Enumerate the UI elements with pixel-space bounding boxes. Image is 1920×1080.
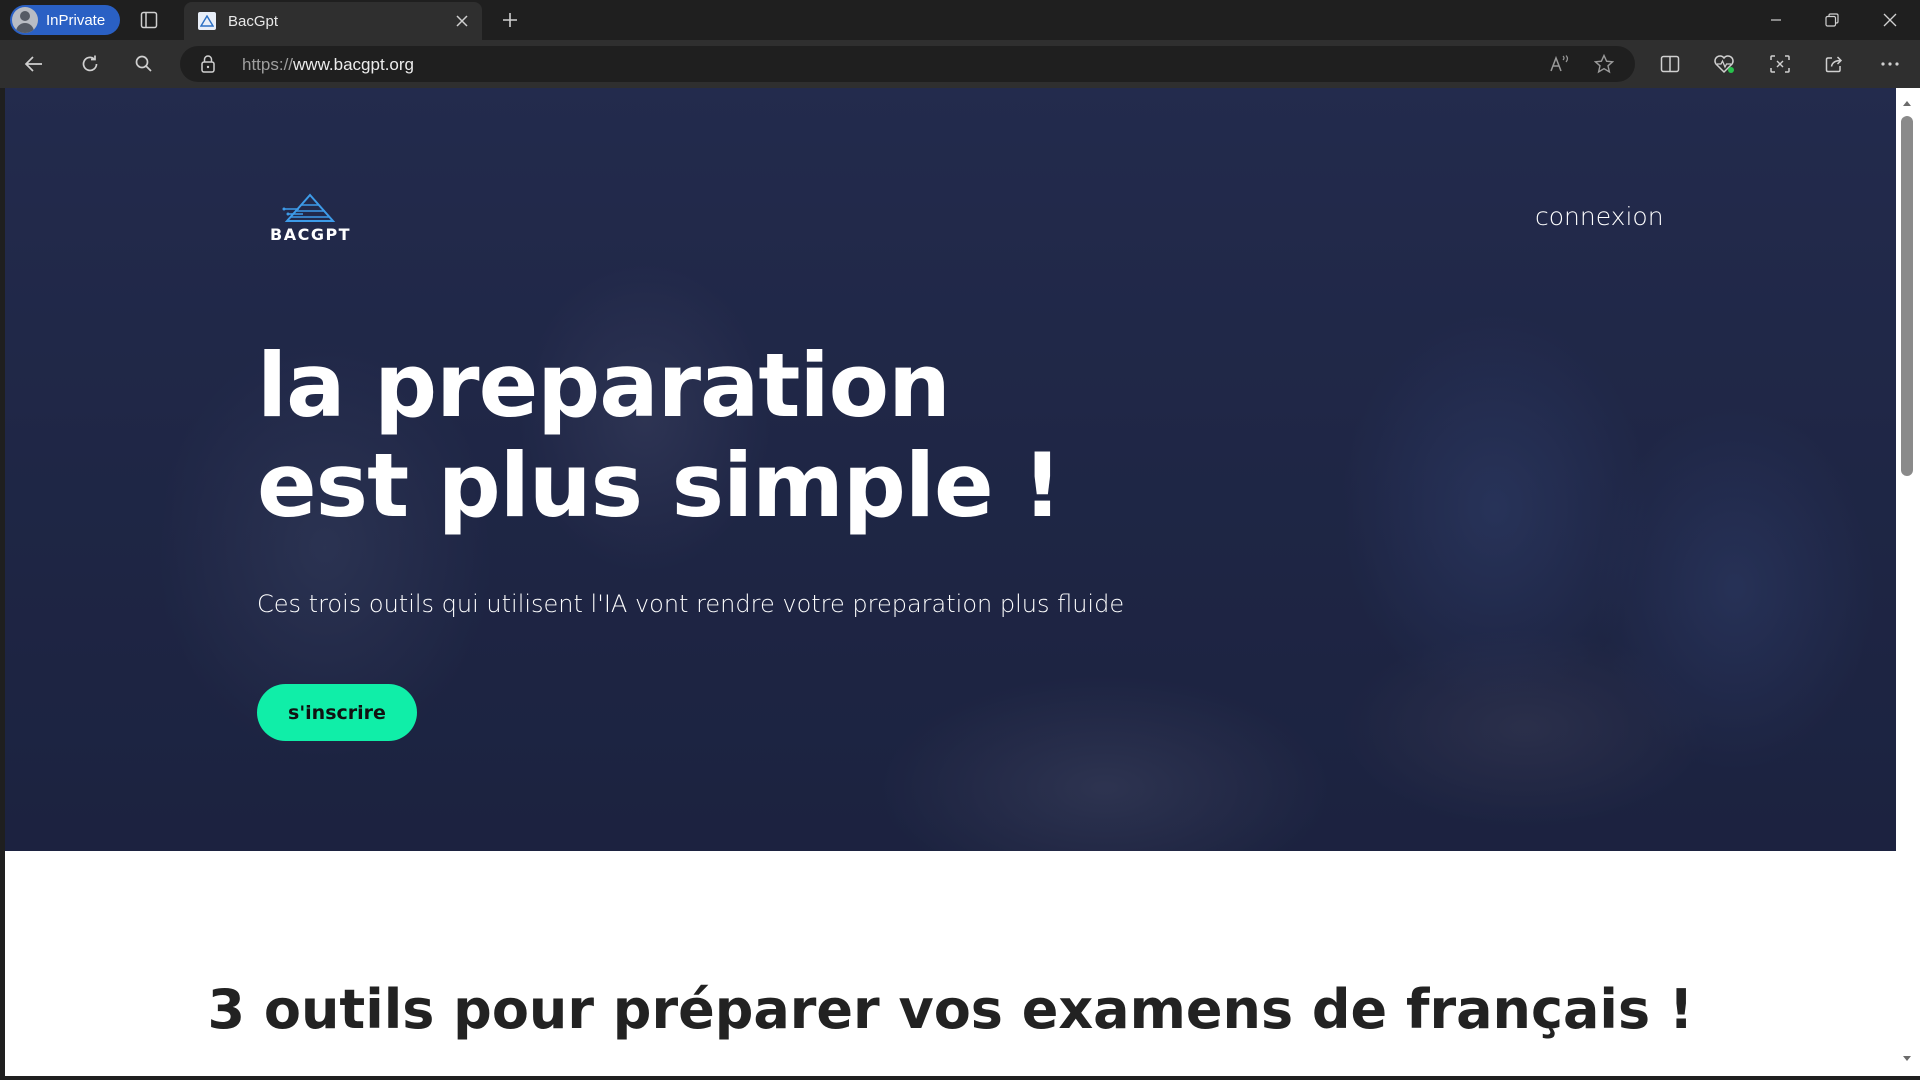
headline-line-1: la preparation xyxy=(257,334,951,437)
hero-subheadline: Ces trois outils qui utilisent l'IA vont… xyxy=(257,590,1125,618)
browser-essentials-icon xyxy=(1714,55,1734,74)
share-icon xyxy=(1825,56,1843,73)
new-tab-button[interactable] xyxy=(496,7,524,33)
address-url: https://www.bacgpt.org xyxy=(242,55,414,74)
page-scrollbar[interactable] xyxy=(1896,88,1920,1076)
logo-text: BACGPT xyxy=(270,225,352,244)
split-screen-button[interactable] xyxy=(1652,48,1688,80)
back-button[interactable] xyxy=(16,48,52,80)
tab-close-button[interactable] xyxy=(450,9,474,33)
browser-titlebar: InPrivate BacGpt xyxy=(0,0,1920,40)
more-button[interactable] xyxy=(1872,48,1908,80)
hero-headline: la preparation est plus simple ! xyxy=(257,334,1062,537)
window-close-button[interactable] xyxy=(1862,0,1918,40)
read-aloud-button[interactable] xyxy=(1544,50,1576,78)
close-icon xyxy=(456,15,468,27)
address-bar[interactable]: https://www.bacgpt.org xyxy=(180,46,1635,82)
refresh-button[interactable] xyxy=(72,48,108,80)
screenshot-button[interactable] xyxy=(1762,48,1798,80)
tab-title: BacGpt xyxy=(228,12,279,30)
signup-button[interactable]: s'inscrire xyxy=(257,684,417,741)
page-viewport: BACGPT connexion la preparation est plus… xyxy=(5,88,1896,1076)
window-close-icon xyxy=(1883,13,1897,27)
inprivate-profile-button[interactable]: InPrivate xyxy=(10,5,120,35)
scroll-down-arrow-icon[interactable] xyxy=(1902,1054,1912,1064)
hero-section: BACGPT connexion la preparation est plus… xyxy=(5,88,1896,851)
tools-section-title: 3 outils pour préparer vos examens de fr… xyxy=(207,978,1694,1041)
site-logo[interactable]: BACGPT xyxy=(270,193,350,245)
favorite-star-icon xyxy=(1594,54,1614,74)
restore-icon xyxy=(1825,13,1839,27)
scrollbar-thumb[interactable] xyxy=(1901,116,1913,476)
scroll-up-arrow-icon[interactable] xyxy=(1902,98,1912,108)
inprivate-avatar-icon xyxy=(12,7,38,33)
favorite-button[interactable] xyxy=(1588,50,1620,78)
plus-icon xyxy=(503,13,517,27)
tab-actions-icon xyxy=(140,11,158,29)
search-button[interactable] xyxy=(126,48,162,80)
read-aloud-icon xyxy=(1550,55,1569,72)
browser-toolbar: https://www.bacgpt.org xyxy=(0,40,1920,88)
split-screen-icon xyxy=(1660,55,1680,73)
screenshot-icon xyxy=(1770,55,1790,73)
logo-mark-icon xyxy=(282,193,336,222)
browser-essentials-button[interactable] xyxy=(1706,48,1742,80)
share-button[interactable] xyxy=(1816,48,1852,80)
refresh-icon xyxy=(82,55,98,72)
more-icon xyxy=(1881,62,1899,66)
inprivate-label: InPrivate xyxy=(46,11,106,29)
browser-tab-active[interactable]: BacGpt xyxy=(184,2,482,40)
login-link[interactable]: connexion xyxy=(1535,202,1664,231)
minimize-button[interactable] xyxy=(1748,0,1804,40)
lock-icon xyxy=(201,55,215,73)
tab-actions-button[interactable] xyxy=(136,8,162,32)
minimize-icon xyxy=(1771,19,1781,21)
headline-line-2: est plus simple ! xyxy=(257,434,1062,537)
page-favicon xyxy=(198,12,216,30)
search-icon xyxy=(135,55,152,72)
restore-button[interactable] xyxy=(1804,0,1860,40)
back-icon xyxy=(24,56,42,72)
